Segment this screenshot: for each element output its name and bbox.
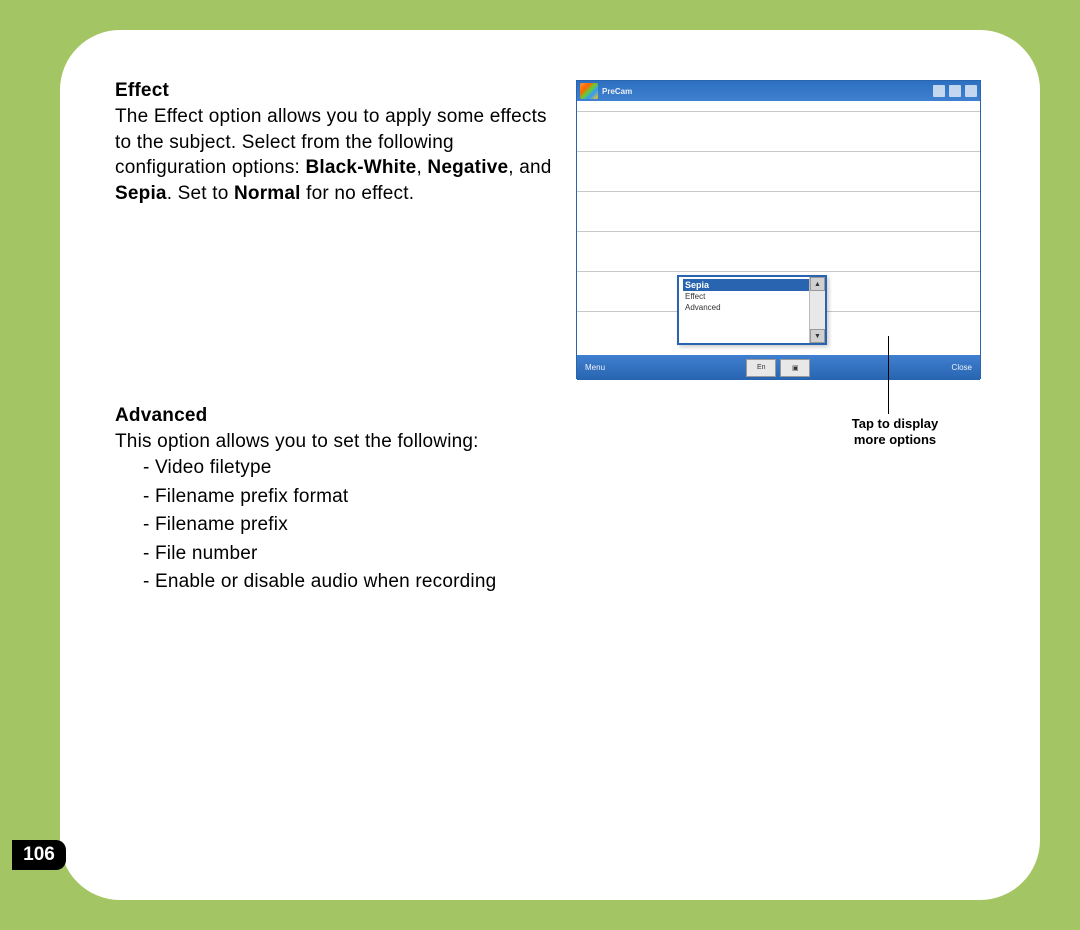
device-topbar: PreCam [577,81,980,101]
right-column: PreCam Sepia [570,80,985,597]
popup-inner: Sepia Effect Advanced [679,277,825,315]
hrule [577,271,980,272]
signal-icon [933,85,945,97]
spacer [115,207,560,405]
advanced-item-4: - Enable or disable audio when recording [115,568,560,597]
topbar-icons [933,85,977,97]
hrule [577,151,980,152]
advanced-heading: Advanced [115,405,560,427]
effect-opt-blackwhite: Black-White [306,157,417,178]
popup-scrollbar[interactable]: ▲ ▼ [809,277,825,343]
close-icon[interactable] [965,85,977,97]
page-number: 106 [12,840,66,870]
bottombar-center: En ▣ [746,359,810,377]
advanced-item-2: - Filename prefix [115,511,560,540]
windows-logo-icon [580,83,598,99]
effect-sep1: , [416,157,427,178]
tap-caption-line1: Tap to display [852,416,938,431]
text-column: Effect The Effect option allows you to a… [115,80,560,597]
device-screenshot: PreCam Sepia [576,80,981,379]
bottombar-left-label[interactable]: Menu [585,363,605,372]
content-wrapper: Effect The Effect option allows you to a… [115,80,985,597]
device-bottombar: Menu En ▣ Close [577,355,980,380]
scroll-up-icon[interactable]: ▲ [810,277,825,291]
topbar-title: PreCam [602,87,632,96]
popup-item[interactable]: Advanced [683,302,821,313]
advanced-intro: This option allows you to set the follow… [115,429,560,455]
effect-heading: Effect [115,80,560,102]
effect-opt-negative: Negative [427,157,508,178]
tap-indicator-line [888,336,889,414]
keyboard-button[interactable]: ▣ [780,359,810,377]
tap-caption: Tap to display more options [840,416,950,447]
scroll-down-icon[interactable]: ▼ [810,329,825,343]
page-container: Effect The Effect option allows you to a… [60,30,1040,900]
hrule [577,231,980,232]
effect-opt-normal: Normal [234,183,301,204]
effect-sep3: . Set to [167,183,234,204]
hrule [577,111,980,112]
tap-caption-line2: more options [854,432,936,447]
advanced-item-3: - File number [115,540,560,569]
effect-body-post: for no effect. [301,183,415,204]
speaker-icon [949,85,961,97]
popup-selected-item[interactable]: Sepia [683,279,821,291]
lang-button[interactable]: En [746,359,776,377]
advanced-item-0: - Video filetype [115,454,560,483]
popup-item[interactable]: Effect [683,291,821,302]
hrule [577,191,980,192]
device-content-area: Sepia Effect Advanced ▲ ▼ [577,101,980,355]
options-popup[interactable]: Sepia Effect Advanced ▲ ▼ [677,275,827,345]
effect-sep2: , and [508,157,551,178]
bottombar-right-label[interactable]: Close [952,363,972,372]
advanced-item-1: - Filename prefix format [115,483,560,512]
effect-opt-sepia: Sepia [115,183,167,204]
effect-body: The Effect option allows you to apply so… [115,104,560,207]
